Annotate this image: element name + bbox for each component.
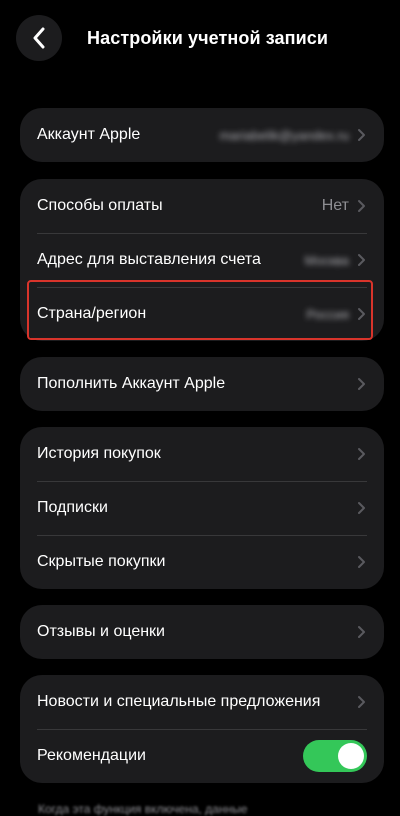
chevron-right-icon xyxy=(358,448,365,460)
billing-address-value: Москва xyxy=(304,252,349,268)
billing-address-label: Адрес для выставления счета xyxy=(37,251,261,268)
chevron-right-icon xyxy=(358,254,365,266)
topup-group: Пополнить Аккаунт Apple xyxy=(20,357,384,411)
header: Настройки учетной записи xyxy=(0,0,400,80)
chevron-right-icon xyxy=(358,129,365,141)
apple-account-label: Аккаунт Apple xyxy=(37,126,141,143)
apple-account-row[interactable]: Аккаунт Apple mariabelik@yandex.ru xyxy=(20,108,384,162)
billing-group: Способы оплаты Нет Адрес для выставления… xyxy=(20,179,384,341)
purchase-history-label: История покупок xyxy=(37,445,161,462)
hidden-purchases-row[interactable]: Скрытые покупки xyxy=(20,535,384,589)
back-button[interactable] xyxy=(16,15,62,61)
payment-methods-row[interactable]: Способы оплаты Нет xyxy=(20,179,384,233)
news-offers-label: Новости и специальные предложения xyxy=(37,693,321,710)
hidden-purchases-label: Скрытые покупки xyxy=(37,553,166,570)
chevron-right-icon xyxy=(358,308,365,320)
chevron-right-icon xyxy=(358,200,365,212)
subscriptions-row[interactable]: Подписки xyxy=(20,481,384,535)
chevron-left-icon xyxy=(33,27,45,49)
recommendations-toggle[interactable] xyxy=(303,740,367,772)
account-group: Аккаунт Apple mariabelik@yandex.ru xyxy=(20,108,384,162)
reviews-group: Отзывы и оценки xyxy=(20,605,384,659)
payment-methods-value: Нет xyxy=(321,197,349,214)
topup-account-label: Пополнить Аккаунт Apple xyxy=(37,375,226,392)
footnote-text: Когда эта функция включена, данные xyxy=(38,802,248,816)
page-title: Настройки учетной записи xyxy=(87,28,329,48)
chevron-right-icon xyxy=(358,502,365,514)
chevron-right-icon xyxy=(358,626,365,638)
toggle-knob xyxy=(338,743,364,769)
billing-address-row[interactable]: Адрес для выставления счета Москва xyxy=(20,233,384,287)
reviews-ratings-label: Отзывы и оценки xyxy=(37,623,165,640)
chevron-right-icon xyxy=(358,696,365,708)
topup-account-row[interactable]: Пополнить Аккаунт Apple xyxy=(20,357,384,411)
reviews-ratings-row[interactable]: Отзывы и оценки xyxy=(20,605,384,659)
news-offers-row[interactable]: Новости и специальные предложения xyxy=(20,675,384,729)
purchase-history-row[interactable]: История покупок xyxy=(20,427,384,481)
recommendations-row: Рекомендации xyxy=(20,729,384,783)
country-region-value: Россия xyxy=(306,306,349,322)
country-region-row[interactable]: Страна/регион Россия xyxy=(20,287,384,341)
chevron-right-icon xyxy=(358,556,365,568)
news-group: Новости и специальные предложения Рекоме… xyxy=(20,675,384,783)
subscriptions-label: Подписки xyxy=(37,499,108,516)
purchases-group: История покупок Подписки Скрытые покупки xyxy=(20,427,384,589)
recommendations-label: Рекомендации xyxy=(37,747,146,764)
country-region-label: Страна/регион xyxy=(37,305,147,322)
chevron-right-icon xyxy=(358,378,365,390)
payment-methods-label: Способы оплаты xyxy=(37,197,163,214)
apple-account-email: mariabelik@yandex.ru xyxy=(219,127,349,143)
